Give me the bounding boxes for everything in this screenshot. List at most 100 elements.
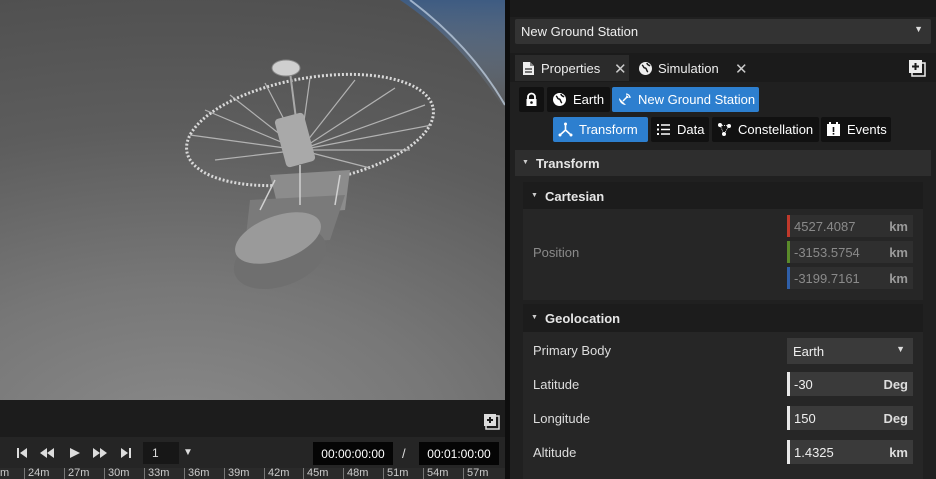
y-axis-marker bbox=[787, 241, 790, 263]
latitude-value: -30 bbox=[794, 377, 813, 392]
tab-label: Simulation bbox=[658, 61, 719, 76]
primary-body-select[interactable]: Earth ▼ bbox=[787, 338, 913, 364]
globe-icon bbox=[638, 61, 653, 76]
lock-button[interactable] bbox=[519, 87, 544, 112]
lock-icon bbox=[524, 92, 539, 107]
subtab-transform[interactable]: Transform bbox=[553, 117, 648, 142]
breadcrumb-label: Earth bbox=[573, 92, 605, 107]
altitude-value: 1.4325 bbox=[794, 445, 834, 460]
primary-body-label: Primary Body bbox=[533, 343, 612, 358]
position-y-field: -3153.5754 km bbox=[787, 241, 913, 263]
add-tab-icon[interactable] bbox=[908, 59, 926, 77]
playback-speed-field[interactable]: 1 bbox=[143, 442, 179, 464]
close-icon[interactable]: ✕ bbox=[735, 60, 748, 78]
position-y-value: -3153.5754 bbox=[794, 245, 860, 260]
unit-label: km bbox=[889, 245, 908, 260]
section-title: Transform bbox=[536, 156, 600, 171]
position-x-field: 4527.4087 km bbox=[787, 215, 913, 237]
field-marker bbox=[787, 440, 790, 464]
rewind-icon[interactable] bbox=[39, 445, 55, 461]
position-z-field: -3199.7161 km bbox=[787, 267, 913, 289]
satellites-icon bbox=[717, 122, 732, 137]
close-icon[interactable]: ✕ bbox=[614, 60, 627, 78]
timeline-tick: 57m bbox=[463, 468, 488, 479]
section-title: Cartesian bbox=[545, 189, 605, 204]
unit-label: km bbox=[889, 271, 908, 286]
timeline-tick: 33m bbox=[144, 468, 169, 479]
primary-body-value: Earth bbox=[793, 344, 825, 359]
current-time-field[interactable]: 00:00:00:00 bbox=[313, 442, 393, 465]
timeline-ruler[interactable]: m 24m 27m 30m 33m 36m 39m 42m 45m 48m 51… bbox=[0, 468, 505, 479]
globe-icon bbox=[552, 92, 567, 107]
field-marker bbox=[787, 372, 790, 396]
subtab-events[interactable]: Events bbox=[821, 117, 891, 142]
unit-label: Deg bbox=[883, 377, 908, 392]
timeline-tick: 51m bbox=[383, 468, 408, 479]
timeline-tick: 30m bbox=[104, 468, 129, 479]
viewport-footer bbox=[0, 400, 505, 437]
position-x-value: 4527.4087 bbox=[794, 219, 856, 234]
document-icon bbox=[521, 61, 536, 76]
longitude-label: Longitude bbox=[533, 411, 591, 426]
timeline-tick: 48m bbox=[343, 468, 368, 479]
subtab-label: Data bbox=[677, 122, 705, 137]
end-time-field[interactable]: 00:01:00:00 bbox=[419, 442, 499, 465]
cartesian-header[interactable]: ▼ Cartesian bbox=[523, 182, 923, 209]
tab-simulation[interactable]: Simulation ✕ bbox=[632, 55, 748, 81]
events-icon bbox=[826, 122, 841, 137]
position-label: Position bbox=[533, 245, 580, 260]
panel-topbar bbox=[510, 0, 936, 17]
object-selector[interactable]: New Ground Station ▼ bbox=[515, 19, 931, 44]
skip-to-end-icon[interactable] bbox=[118, 445, 134, 461]
timeline-tick: 54m bbox=[423, 468, 448, 479]
fast-forward-icon[interactable] bbox=[92, 445, 108, 461]
satellite-dish-icon bbox=[617, 92, 632, 107]
breadcrumb-ground-station[interactable]: New Ground Station bbox=[612, 87, 759, 112]
timeline-tick: 24m bbox=[24, 468, 49, 479]
transform-section-header[interactable]: ▼ Transform bbox=[515, 150, 931, 176]
longitude-input[interactable]: 150 Deg bbox=[787, 406, 913, 430]
field-marker bbox=[787, 406, 790, 430]
x-axis-marker bbox=[787, 215, 790, 237]
collapse-arrow-icon: ▼ bbox=[531, 314, 538, 321]
unit-label: km bbox=[889, 219, 908, 234]
unit-label: km bbox=[889, 445, 908, 460]
collapse-arrow-icon: ▼ bbox=[522, 159, 529, 166]
tab-properties[interactable]: Properties ✕ bbox=[515, 55, 629, 81]
subtab-constellation[interactable]: Constellation bbox=[712, 117, 819, 142]
breadcrumb-label: New Ground Station bbox=[638, 92, 756, 107]
timeline-tick: 36m bbox=[184, 468, 209, 479]
subtab-label: Transform bbox=[579, 122, 638, 137]
latitude-input[interactable]: -30 Deg bbox=[787, 372, 913, 396]
chevron-down-icon[interactable]: ▼ bbox=[183, 447, 193, 458]
chevron-down-icon: ▼ bbox=[896, 344, 905, 354]
timeline-tick: 27m bbox=[64, 468, 89, 479]
subtab-data[interactable]: Data bbox=[651, 117, 709, 142]
latitude-label: Latitude bbox=[533, 377, 580, 392]
subtab-label: Events bbox=[847, 122, 887, 137]
timeline-tick: m bbox=[0, 468, 10, 479]
3d-viewport[interactable] bbox=[0, 0, 505, 400]
longitude-value: 150 bbox=[794, 411, 816, 426]
altitude-label: Altitude bbox=[533, 445, 577, 460]
timeline-tick: 45m bbox=[303, 468, 328, 479]
timeline-tick: 39m bbox=[224, 468, 249, 479]
tab-bar: Properties ✕ Simulation ✕ bbox=[510, 53, 936, 82]
add-panel-icon[interactable] bbox=[483, 413, 500, 430]
axes-icon bbox=[558, 122, 573, 137]
properties-panel: New Ground Station ▼ Properties ✕ Simula… bbox=[510, 0, 936, 479]
tab-label: Properties bbox=[541, 61, 601, 76]
timeline-tick: 42m bbox=[264, 468, 289, 479]
object-selector-value: New Ground Station bbox=[521, 24, 639, 39]
breadcrumb-earth[interactable]: Earth bbox=[547, 87, 610, 112]
ground-station-render bbox=[185, 0, 505, 290]
unit-label: Deg bbox=[883, 411, 908, 426]
z-axis-marker bbox=[787, 267, 790, 289]
geolocation-header[interactable]: ▼ Geolocation bbox=[523, 304, 923, 332]
skip-to-start-icon[interactable] bbox=[14, 445, 30, 461]
section-title: Geolocation bbox=[545, 311, 621, 326]
play-icon[interactable] bbox=[67, 445, 83, 461]
altitude-input[interactable]: 1.4325 km bbox=[787, 440, 913, 464]
position-z-value: -3199.7161 bbox=[794, 271, 860, 286]
subtab-label: Constellation bbox=[738, 122, 814, 137]
